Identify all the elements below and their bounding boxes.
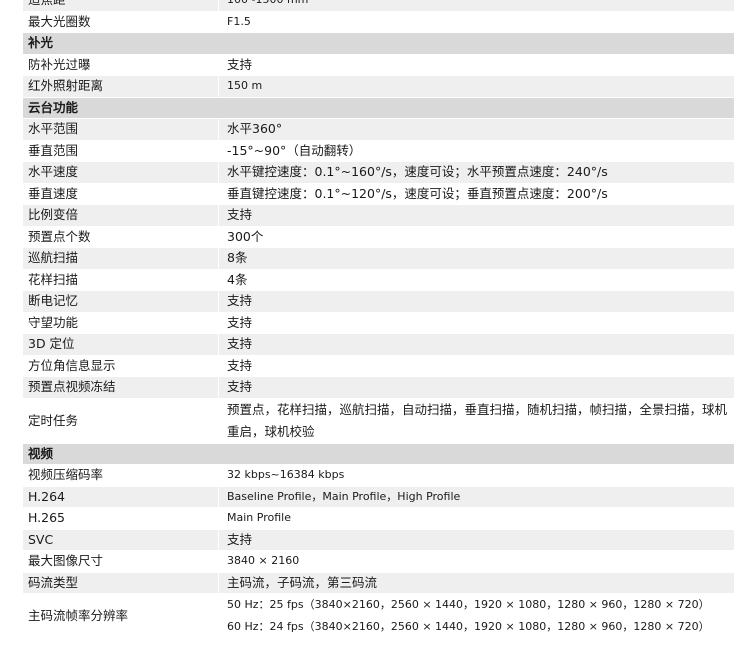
spec-row: H.265 Main Profile [22,507,735,530]
spec-value: 支持 [218,53,735,76]
spec-label: 花样扫描 [22,268,219,291]
spec-row: 水平范围 水平360° [22,118,735,141]
spec-row: 适焦距100 -1500 mm [22,0,735,12]
spec-value: 预置点，花样扫描，巡航扫描，自动扫描，垂直扫描，随机扫描，帧扫描，全景扫描，球机… [218,397,735,444]
spec-value: F1.5 [218,10,735,33]
section-header-row: 云台功能 [22,96,735,119]
spec-label: 守望功能 [22,311,219,334]
spec-row: 定时任务 预置点，花样扫描，巡航扫描，自动扫描，垂直扫描，随机扫描，帧扫描，全景扫… [22,397,735,444]
spec-value: 300个 [218,225,735,248]
spec-row: 比例变倍 支持 [22,204,735,227]
section-title: 视频 [22,442,735,465]
section-header-row: 补光 [22,32,735,55]
spec-label: 垂直范围 [22,139,219,162]
spec-value: 3840 × 2160 [218,550,735,573]
spec-label: 比例变倍 [22,204,219,227]
spec-label: 方位角信息显示 [22,354,219,377]
spec-label: 垂直速度 [22,182,219,205]
spec-row: 巡航扫描 8条 [22,247,735,270]
spec-value: 主码流，子码流，第三码流 [218,571,735,594]
spec-label: 预置点视频冻结 [22,376,219,399]
spec-value: 水平360° [218,118,735,141]
spec-row: SVC 支持 [22,528,735,551]
spec-label: 预置点个数 [22,225,219,248]
spec-row: 最大光圈数 F1.5 [22,10,735,33]
spec-row: 水平速度 水平键控速度：0.1°~160°/s，速度可设；水平预置点速度：240°… [22,161,735,184]
section-title: 补光 [22,32,735,55]
spec-row: 垂直范围 -15°~90°（自动翻转） [22,139,735,162]
spec-row: 断电记忆 支持 [22,290,735,313]
spec-value: 4条 [218,268,735,291]
spec-value: 支持 [218,333,735,356]
spec-value: 8条 [218,247,735,270]
spec-value: 支持 [218,528,735,551]
spec-label: SVC [22,528,219,551]
spec-label: 巡航扫描 [22,247,219,270]
spec-label: 视频压缩码率 [22,464,219,487]
spec-row: 主码流帧率分辨率 50 Hz：25 fps（3840×2160，2560 × 14… [22,593,735,639]
spec-label: 最大图像尺寸 [22,550,219,573]
spec-value: 150 m [218,75,735,98]
spec-value: -15°~90°（自动翻转） [218,139,735,162]
spec-value: 支持 [218,290,735,313]
spec-value: 支持 [218,311,735,334]
section-title: 云台功能 [22,96,735,119]
spec-row: 预置点个数 300个 [22,225,735,248]
spec-value: Main Profile [218,507,735,530]
spec-label: 3D 定位 [22,333,219,356]
spec-row: 垂直速度 垂直键控速度：0.1°~120°/s，速度可设；垂直预置点速度：200°… [22,182,735,205]
spec-label: 适焦距 [22,0,219,12]
spec-table-body: 适焦距100 -1500 mm最大光圈数F1.5补光防补光过曝支持红外照射距离1… [22,0,735,639]
spec-value: Baseline Profile，Main Profile，High Profi… [218,485,735,508]
spec-row: 码流类型 主码流，子码流，第三码流 [22,571,735,594]
section-header-row: 视频 [22,442,735,465]
spec-value: 32 kbps~16384 kbps [218,464,735,487]
spec-row: 花样扫描 4条 [22,268,735,291]
spec-label: 断电记忆 [22,290,219,313]
spec-row: 防补光过曝 支持 [22,53,735,76]
spec-value: 50 Hz：25 fps（3840×2160，2560 × 1440，1920 … [218,593,735,639]
spec-label: 防补光过曝 [22,53,219,76]
spec-row: 守望功能 支持 [22,311,735,334]
spec-value: 支持 [218,376,735,399]
spec-label: 定时任务 [22,397,219,444]
spec-value: 水平键控速度：0.1°~160°/s，速度可设；水平预置点速度：240°/s [218,161,735,184]
spec-value: 垂直键控速度：0.1°~120°/s，速度可设；垂直预置点速度：200°/s [218,182,735,205]
spec-label: 红外照射距离 [22,75,219,98]
spec-row: 方位角信息显示 支持 [22,354,735,377]
spec-row: 最大图像尺寸 3840 × 2160 [22,550,735,573]
spec-label: 主码流帧率分辨率 [22,593,219,639]
spec-label: H.265 [22,507,219,530]
spec-label: 水平范围 [22,118,219,141]
spec-row: H.264 Baseline Profile，Main Profile，High … [22,485,735,508]
spec-value: 支持 [218,204,735,227]
spec-label: 水平速度 [22,161,219,184]
spec-value: 支持 [218,354,735,377]
spec-label: 码流类型 [22,571,219,594]
spec-label: 最大光圈数 [22,10,219,33]
spec-row: 视频压缩码率 32 kbps~16384 kbps [22,464,735,487]
spec-row: 红外照射距离 150 m [22,75,735,98]
spec-row: 3D 定位 支持 [22,333,735,356]
spec-row: 预置点视频冻结 支持 [22,376,735,399]
spec-value: 100 -1500 mm [218,0,735,12]
spec-table: 适焦距100 -1500 mm最大光圈数F1.5补光防补光过曝支持红外照射距离1… [22,0,735,639]
spec-label: H.264 [22,485,219,508]
